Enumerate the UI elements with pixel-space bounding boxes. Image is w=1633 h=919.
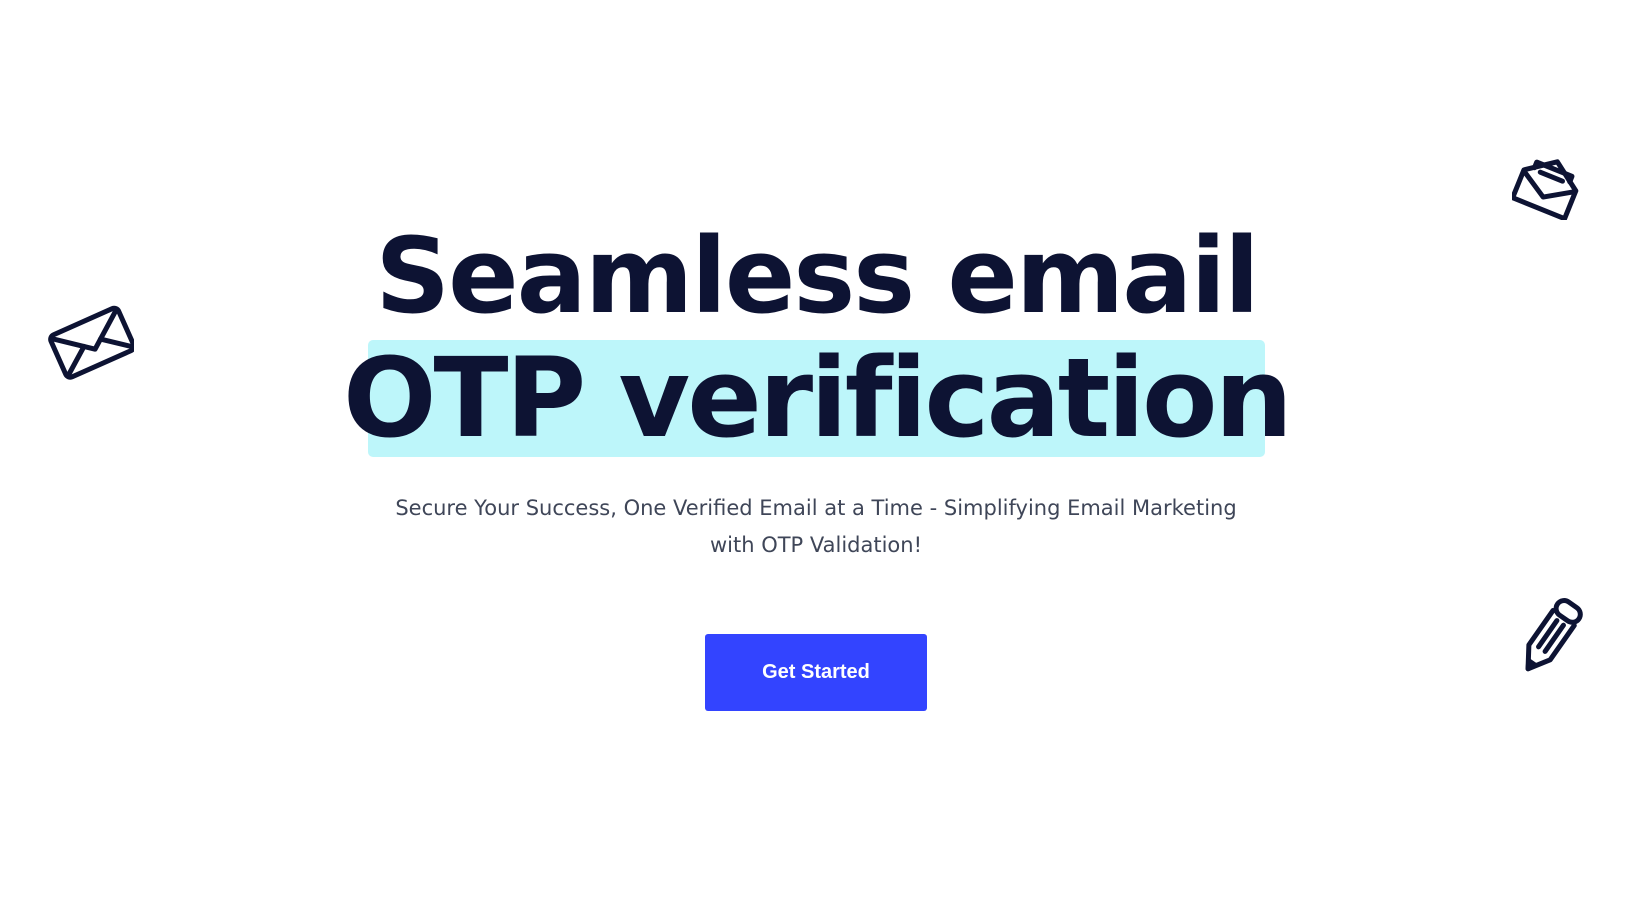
open-envelope-icon bbox=[1512, 150, 1584, 220]
hero-subtitle-line-2: with OTP Validation! bbox=[709, 533, 923, 557]
pencil-icon bbox=[1516, 592, 1586, 680]
hero-subtitle-line-1: Secure Your Success, One Verified Email … bbox=[395, 496, 1237, 520]
hero-subtitle: Secure Your Success, One Verified Email … bbox=[366, 490, 1266, 564]
hero-section: Seamless email OTP verification Secure Y… bbox=[0, 0, 1633, 919]
hero-headline-highlighted: OTP verification bbox=[343, 334, 1293, 462]
get-started-button[interactable]: Get Started bbox=[705, 634, 927, 711]
hero-headline: Seamless email bbox=[375, 215, 1260, 337]
